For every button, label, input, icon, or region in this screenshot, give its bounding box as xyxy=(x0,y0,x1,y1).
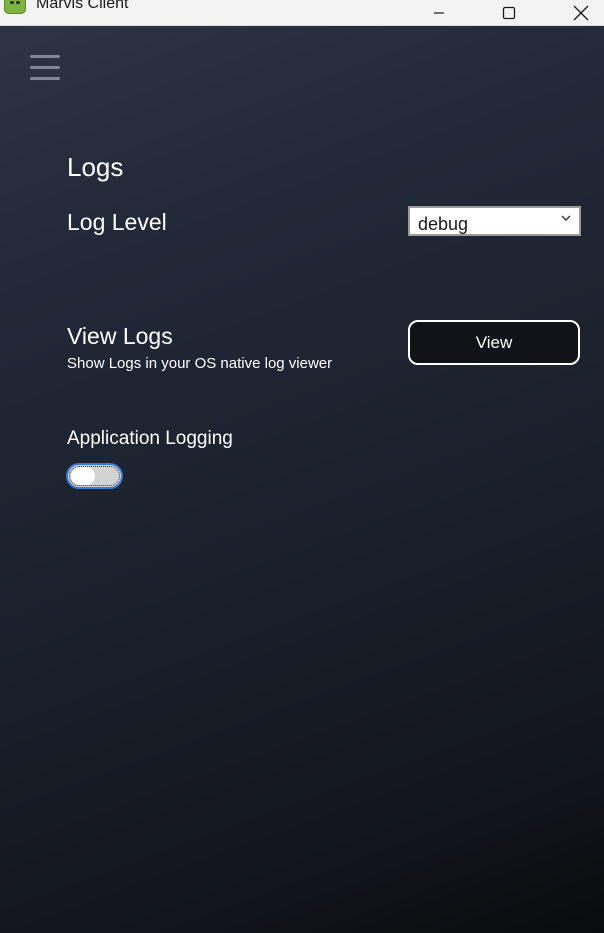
app-window: Marvis Client Logs Log Level debug View … xyxy=(0,0,604,933)
minimize-button[interactable] xyxy=(416,0,462,26)
view-logs-label: View Logs xyxy=(67,323,173,349)
menu-bar-bottom xyxy=(30,77,60,80)
application-logging-toggle[interactable] xyxy=(66,463,123,489)
chevron-down-icon xyxy=(561,215,571,221)
settings-panel: Logs Log Level debug View Logs Show Logs… xyxy=(0,26,604,933)
title-bar: Marvis Client xyxy=(0,0,604,26)
window-title: Marvis Client xyxy=(36,0,129,12)
view-logs-button[interactable]: View xyxy=(408,320,580,365)
close-icon xyxy=(573,5,589,21)
maximize-button[interactable] xyxy=(486,0,532,26)
log-level-select[interactable]: debug xyxy=(408,206,581,236)
application-logging-label: Application Logging xyxy=(67,428,233,449)
toggle-knob xyxy=(71,467,95,485)
log-level-label: Log Level xyxy=(67,209,167,235)
close-button[interactable] xyxy=(558,0,604,26)
hamburger-menu-icon[interactable] xyxy=(30,54,62,82)
menu-bar-top xyxy=(30,55,60,58)
log-level-selected-value: debug xyxy=(418,214,469,234)
maximize-icon xyxy=(502,6,516,20)
section-title: Logs xyxy=(67,152,124,182)
minimize-icon xyxy=(434,12,444,14)
view-logs-description: Show Logs in your OS native log viewer xyxy=(67,355,333,372)
menu-bar-middle xyxy=(30,66,60,69)
app-logo-icon xyxy=(4,0,26,14)
